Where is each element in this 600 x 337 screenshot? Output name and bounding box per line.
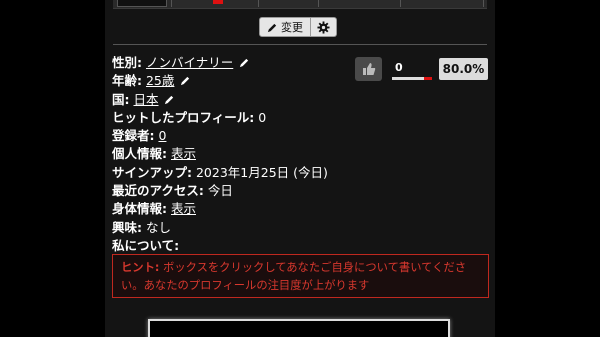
interests-label: 興味: — [112, 219, 142, 235]
thumbnail-frame[interactable] — [117, 0, 167, 7]
about-label: 私について: — [112, 237, 180, 253]
interests-row: 興味: なし — [112, 219, 328, 237]
gear-icon — [317, 20, 330, 34]
rating-bar — [392, 77, 432, 80]
signup-value: 2023年1月25日 (今日) — [195, 164, 328, 180]
thumbs-up-icon — [362, 63, 375, 75]
gender-label: 性別: — [112, 55, 142, 70]
hits-label: ヒットしたプロフィール: — [112, 109, 255, 125]
pencil-icon — [267, 23, 277, 32]
profile-toolbar: 変更 — [259, 17, 337, 37]
interests-value: なし — [145, 219, 171, 235]
signup-row: サインアップ: 2023年1月25日 (今日) — [112, 164, 328, 182]
last-access-value: 今日 — [207, 183, 233, 199]
gender-value[interactable]: ノンバイナリー — [146, 55, 233, 70]
country-value[interactable]: 日本 — [133, 92, 158, 107]
country-label: 国: — [112, 91, 130, 107]
like-count: 0 — [395, 61, 403, 74]
gender-row: 性別: ノンバイナリー — [112, 54, 328, 72]
last-access-row: 最近のアクセス: 今日 — [112, 182, 328, 200]
personal-info-show-link[interactable]: 表示 — [171, 146, 196, 161]
last-access-label: 最近のアクセス: — [112, 183, 204, 199]
hint-prefix: ヒント: — [121, 261, 160, 274]
personal-info-label: 個人情報: — [112, 146, 167, 162]
body-info-show-link[interactable]: 表示 — [171, 201, 196, 216]
pencil-icon[interactable] — [180, 75, 191, 86]
settings-button[interactable] — [311, 17, 337, 37]
hint-text: ボックスをクリックしてあなたご自身について書いてください。あなたのプロフィールの… — [121, 261, 467, 292]
body-info-label: 身体情報: — [112, 201, 167, 217]
strip-divider — [171, 0, 172, 7]
strip-divider — [258, 0, 259, 7]
age-row: 年齢: 25歳 — [112, 72, 328, 90]
like-button[interactable] — [355, 57, 382, 81]
hint-box[interactable]: ヒント: ボックスをクリックしてあなたご自身について書いてください。あなたのプロ… — [112, 254, 489, 298]
profile-info: 性別: ノンバイナリー 年齢: 25歳 国: 日本 ヒットしたプロフィール: 0… — [112, 54, 328, 255]
section-divider — [113, 44, 487, 45]
subscribers-row: 登録者: 0 — [112, 127, 328, 145]
subscribers-value[interactable]: 0 — [158, 128, 166, 143]
strip-divider — [400, 0, 401, 7]
hits-value: 0 — [258, 109, 267, 125]
hits-row: ヒットしたプロフィール: 0 — [112, 109, 328, 127]
age-label: 年齢: — [112, 73, 142, 89]
country-row: 国: 日本 — [112, 91, 328, 109]
body-info-row: 身体情報: 表示 — [112, 200, 328, 218]
top-strip — [113, 0, 487, 9]
rating-percentage: 80.0% — [439, 58, 488, 80]
rating-bar-fill — [424, 77, 432, 80]
pencil-icon[interactable] — [239, 57, 250, 68]
personal-info-row: 個人情報: 表示 — [112, 145, 328, 163]
about-row: 私について: — [112, 237, 328, 255]
strip-divider — [483, 0, 484, 7]
description-box[interactable] — [148, 319, 450, 337]
strip-divider — [318, 0, 319, 7]
subscribers-label: 登録者: — [112, 128, 155, 144]
profile-panel: 変更 性別: ノンバイナリー 年齢: 25歳 国: 日本 ヒットしたプロフィール… — [105, 0, 495, 337]
age-value[interactable]: 25歳 — [146, 73, 174, 88]
edit-button-label: 変更 — [281, 21, 303, 34]
signup-label: サインアップ: — [112, 164, 192, 180]
pencil-icon[interactable] — [164, 94, 175, 105]
edit-button[interactable]: 変更 — [259, 17, 311, 37]
progress-marker — [213, 0, 223, 4]
